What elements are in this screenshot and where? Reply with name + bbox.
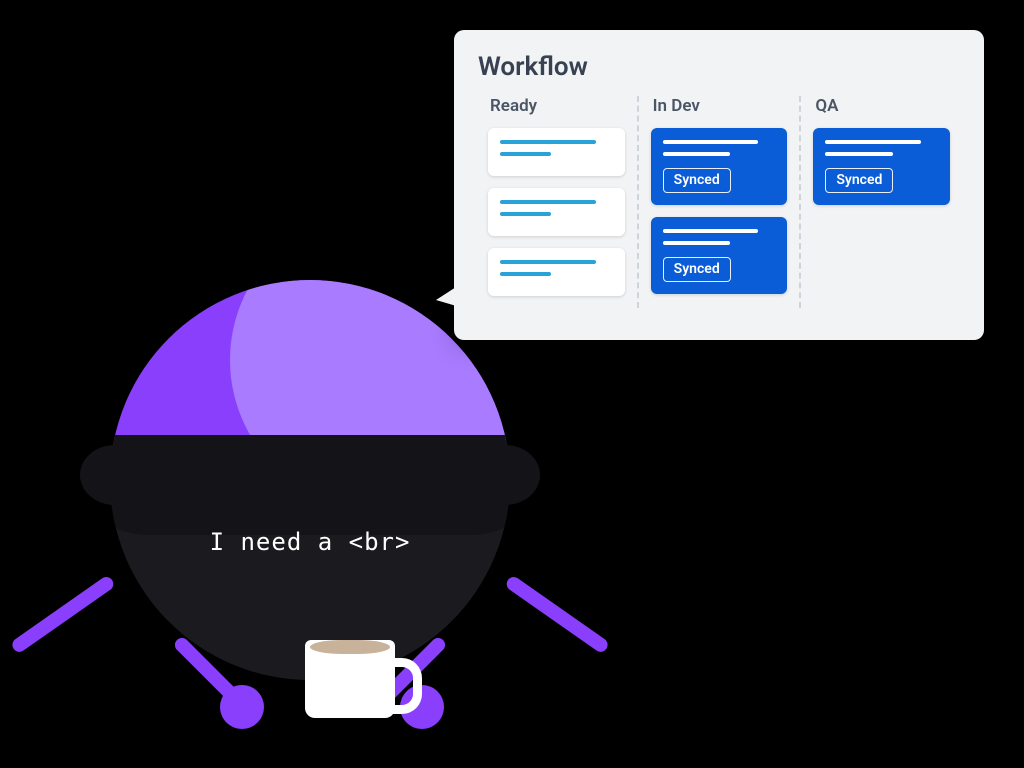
robot-eye-mask xyxy=(110,435,510,535)
ticket-line xyxy=(663,140,759,144)
synced-badge: Synced xyxy=(663,168,731,193)
coffee-mug-icon xyxy=(305,640,395,718)
ticket-line xyxy=(500,200,596,204)
workflow-title: Workflow xyxy=(478,52,962,82)
ticket-card[interactable]: Synced xyxy=(813,128,950,205)
ticket-line xyxy=(663,241,731,245)
workflow-column-in-dev: In Dev Synced Synced xyxy=(637,96,800,308)
ticket-line xyxy=(500,152,551,156)
workflow-column-ready: Ready xyxy=(476,96,637,308)
ticket-line xyxy=(500,272,551,276)
ticket-card[interactable]: Synced xyxy=(651,217,788,294)
robot-arm xyxy=(504,574,610,654)
robot-body: I need a <br> xyxy=(110,280,510,680)
ticket-card[interactable]: Synced xyxy=(651,128,788,205)
ticket-line xyxy=(500,140,596,144)
robot-shirt-text: I need a <br> xyxy=(110,528,510,556)
synced-badge: Synced xyxy=(825,168,893,193)
column-title: Ready xyxy=(490,96,625,116)
workflow-card: Workflow Ready In Dev Synced xyxy=(454,30,984,340)
column-title: QA xyxy=(815,96,950,116)
workflow-column-qa: QA Synced xyxy=(799,96,962,308)
robot-mascot: I need a <br> xyxy=(95,280,525,710)
robot-ear-right xyxy=(470,445,540,505)
ticket-line xyxy=(825,152,893,156)
ticket-card[interactable] xyxy=(488,248,625,296)
ticket-line xyxy=(500,212,551,216)
coffee-mug-handle xyxy=(383,658,422,714)
ticket-line xyxy=(500,260,596,264)
ticket-line xyxy=(663,229,759,233)
ticket-card[interactable] xyxy=(488,128,625,176)
column-title: In Dev xyxy=(653,96,788,116)
synced-badge: Synced xyxy=(663,257,731,282)
robot-ear-left xyxy=(80,445,150,505)
robot-hand xyxy=(220,685,264,729)
ticket-line xyxy=(663,152,731,156)
ticket-line xyxy=(825,140,921,144)
ticket-card[interactable] xyxy=(488,188,625,236)
workflow-columns: Ready In Dev Synced xyxy=(476,96,962,308)
robot-arm xyxy=(10,574,116,654)
